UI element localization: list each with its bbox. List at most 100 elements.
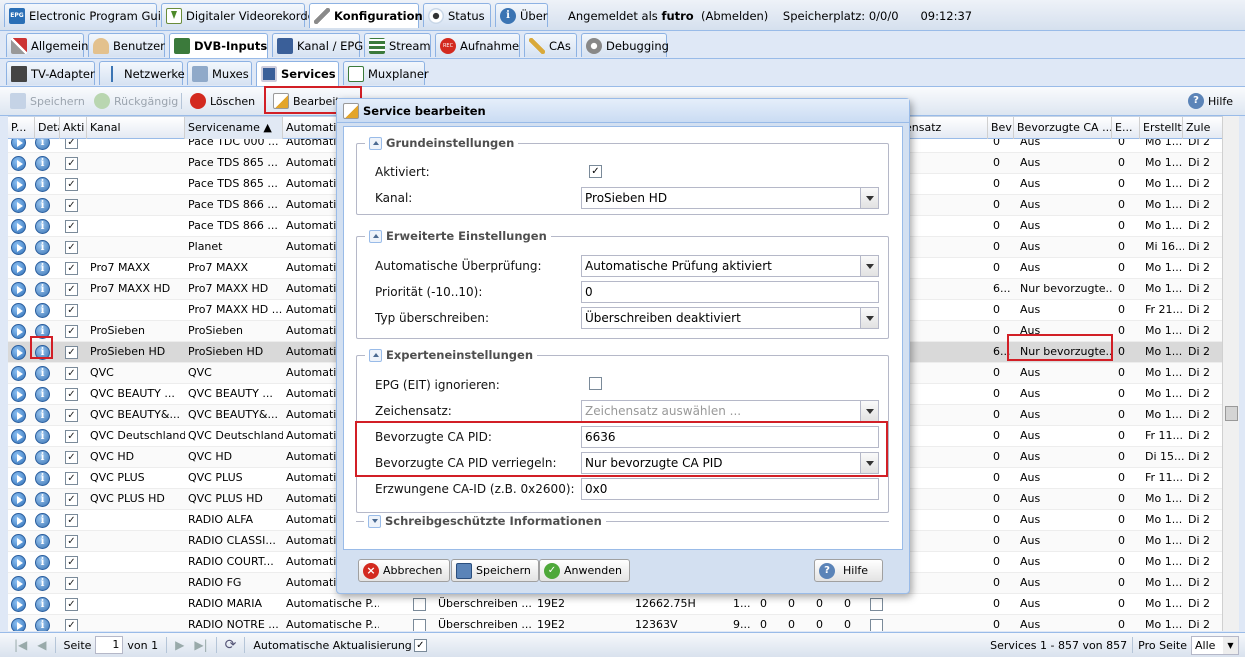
- play-icon[interactable]: [11, 576, 26, 591]
- first-page-icon[interactable]: |◀: [14, 638, 27, 652]
- play-icon[interactable]: [11, 198, 26, 213]
- play-icon[interactable]: [11, 156, 26, 171]
- info-icon[interactable]: i: [35, 156, 50, 171]
- col-enabled[interactable]: Akti: [60, 117, 87, 139]
- info-icon[interactable]: i: [35, 555, 50, 570]
- info-icon[interactable]: i: [35, 576, 50, 591]
- col-play[interactable]: P...: [8, 117, 35, 139]
- info-icon[interactable]: i: [35, 139, 50, 150]
- enabled-checkbox[interactable]: ✓: [65, 409, 78, 422]
- enabled-checkbox[interactable]: ✓: [65, 139, 78, 149]
- tab-epg[interactable]: EPG Electronic Program Guide: [4, 3, 175, 27]
- refresh-icon[interactable]: ⟳: [225, 637, 237, 653]
- col-ca-lock[interactable]: Bevorzugte CA ...: [1014, 117, 1112, 139]
- tab-dvr[interactable]: Digitaler Videorekorder: [161, 3, 319, 27]
- dialog-help-button[interactable]: ? Hilfe: [814, 559, 884, 582]
- play-icon[interactable]: [11, 324, 26, 339]
- autocheck-select[interactable]: Automatische Prüfung aktiviert: [581, 255, 879, 277]
- auto-refresh-checkbox[interactable]: ✓: [413, 638, 427, 652]
- prev-page-icon[interactable]: ◀: [37, 638, 46, 652]
- play-icon[interactable]: [11, 261, 26, 276]
- info-icon[interactable]: i: [35, 429, 50, 444]
- enabled-checkbox[interactable]: ✓: [65, 430, 78, 443]
- help-button[interactable]: ? Hilfe: [1188, 87, 1233, 115]
- enabled-checkbox[interactable]: ✓: [65, 598, 78, 611]
- enabled-checkbox[interactable]: ✓: [65, 556, 78, 569]
- play-icon[interactable]: [11, 534, 26, 549]
- info-icon[interactable]: i: [35, 240, 50, 255]
- info-icon[interactable]: i: [35, 597, 50, 612]
- flag-checkbox[interactable]: [870, 598, 883, 611]
- play-icon[interactable]: [11, 597, 26, 612]
- enabled-checkbox[interactable]: ✓: [65, 178, 78, 191]
- epg-ignore-checkbox[interactable]: [413, 619, 426, 631]
- tab-stream[interactable]: Stream: [364, 33, 431, 57]
- info-icon[interactable]: i: [35, 282, 50, 297]
- tab-tv-adapter[interactable]: TV-Adapter: [6, 61, 95, 85]
- tab-status[interactable]: Status: [423, 3, 491, 27]
- play-icon[interactable]: [11, 450, 26, 465]
- play-icon[interactable]: [11, 366, 26, 381]
- tab-muxplaner[interactable]: Muxplaner: [343, 61, 429, 85]
- charset-select[interactable]: Zeichensatz auswählen ...: [581, 400, 879, 422]
- enabled-checkbox[interactable]: ✓: [65, 451, 78, 464]
- enabled-checkbox[interactable]: ✓: [65, 619, 78, 631]
- info-icon[interactable]: i: [35, 492, 50, 507]
- enabled-checkbox[interactable]: ✓: [65, 199, 78, 212]
- table-row[interactable]: i ✓ RADIO MARIA Automatische P... Überschrei…: [8, 594, 1222, 615]
- table-row[interactable]: i ✓ RADIO NOTRE ... Automatische P... Übersc…: [8, 615, 1222, 631]
- next-page-icon[interactable]: ▶: [175, 638, 184, 652]
- page-input[interactable]: 1: [95, 636, 124, 654]
- play-icon[interactable]: [11, 282, 26, 297]
- play-icon[interactable]: [11, 303, 26, 318]
- section-advanced-legend[interactable]: Erweiterte Einstellungen: [365, 229, 551, 243]
- last-page-icon[interactable]: ▶|: [194, 638, 207, 652]
- col-created[interactable]: Erstellt: [1140, 117, 1183, 139]
- apply-button[interactable]: ✓ Anwenden: [539, 559, 630, 582]
- section-readonly-legend[interactable]: Schreibgeschützte Informationen: [364, 514, 606, 528]
- play-icon[interactable]: [11, 471, 26, 486]
- col-servicename[interactable]: Servicename ▲: [185, 117, 283, 139]
- play-icon[interactable]: [11, 513, 26, 528]
- info-icon[interactable]: i: [35, 387, 50, 402]
- play-icon[interactable]: [11, 219, 26, 234]
- cancel-button[interactable]: × Abbrechen: [358, 559, 451, 582]
- tab-configuration[interactable]: Konfiguration: [309, 3, 423, 28]
- enabled-checkbox[interactable]: ✓: [65, 535, 78, 548]
- tab-cas[interactable]: CAs: [524, 33, 577, 57]
- enabled-checkbox[interactable]: ✓: [65, 304, 78, 317]
- col-details[interactable]: Deta: [35, 117, 60, 139]
- enabled-checkbox[interactable]: ✓: [65, 157, 78, 170]
- play-icon[interactable]: [11, 429, 26, 444]
- save-button[interactable]: Speichern: [10, 87, 85, 115]
- dialog-title[interactable]: Service bearbeiten: [337, 99, 909, 123]
- tab-general[interactable]: Allgemein: [6, 33, 88, 57]
- delete-button[interactable]: Löschen: [190, 87, 255, 115]
- tab-muxes[interactable]: Muxes: [187, 61, 252, 85]
- info-icon[interactable]: i: [35, 366, 50, 381]
- info-icon[interactable]: i: [35, 219, 50, 234]
- enabled-checkbox[interactable]: ✓: [65, 472, 78, 485]
- undo-button[interactable]: Rückgängig: [94, 87, 178, 115]
- tab-about[interactable]: i Über: [495, 3, 548, 27]
- tab-users[interactable]: Benutzer: [88, 33, 165, 57]
- info-icon[interactable]: i: [35, 408, 50, 423]
- logout-link[interactable]: (Abmelden): [701, 9, 768, 23]
- enabled-checkbox[interactable]: ✓: [65, 325, 78, 338]
- flag-checkbox[interactable]: [870, 619, 883, 631]
- dialog-save-button[interactable]: Speichern: [451, 559, 539, 582]
- tab-services[interactable]: Services: [256, 61, 339, 86]
- section-expert-legend[interactable]: Experteneinstellungen: [365, 348, 538, 362]
- tab-debugging[interactable]: Debugging: [581, 33, 669, 57]
- col-last-seen[interactable]: Zule: [1183, 117, 1222, 139]
- enabled-checkbox[interactable]: ✓: [65, 514, 78, 527]
- enabled-checkbox[interactable]: ✓: [65, 241, 78, 254]
- play-icon[interactable]: [11, 492, 26, 507]
- epg-ignore-checkbox[interactable]: [413, 598, 426, 611]
- info-icon[interactable]: i: [35, 450, 50, 465]
- info-icon[interactable]: i: [35, 471, 50, 486]
- col-e[interactable]: E...: [1112, 117, 1140, 139]
- info-icon[interactable]: i: [35, 303, 50, 318]
- enabled-checkbox[interactable]: ✓: [589, 165, 602, 178]
- enabled-checkbox[interactable]: ✓: [65, 346, 78, 359]
